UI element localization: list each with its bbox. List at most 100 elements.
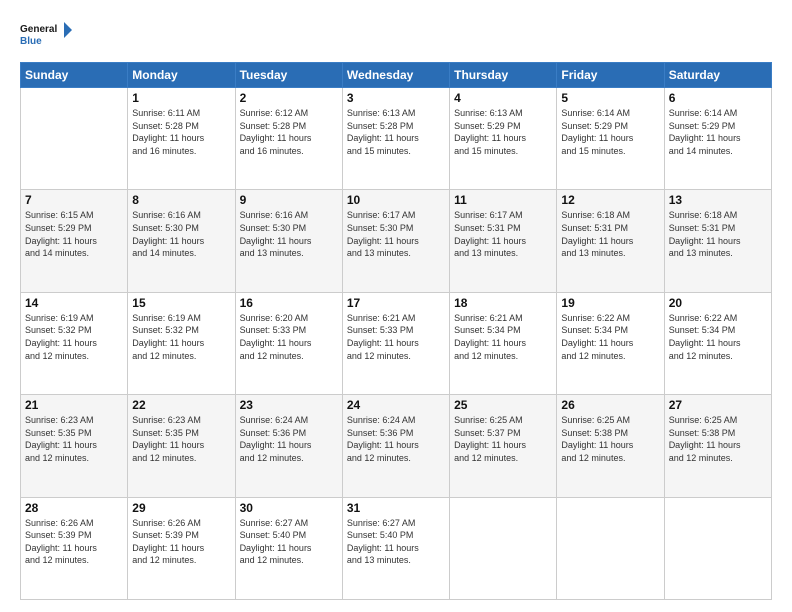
day-number: 1 bbox=[132, 91, 230, 105]
weekday-header-sunday: Sunday bbox=[21, 63, 128, 88]
day-number: 4 bbox=[454, 91, 552, 105]
calendar-cell: 8 Sunrise: 6:16 AMSunset: 5:30 PMDaylight… bbox=[128, 190, 235, 292]
day-number: 24 bbox=[347, 398, 445, 412]
calendar-cell: 14Sunrise: 6:19 AMSunset: 5:32 PMDayligh… bbox=[21, 292, 128, 394]
day-number: 25 bbox=[454, 398, 552, 412]
calendar-cell: 18Sunrise: 6:21 AMSunset: 5:34 PMDayligh… bbox=[450, 292, 557, 394]
weekday-header-row: SundayMondayTuesdayWednesdayThursdayFrid… bbox=[21, 63, 772, 88]
weekday-header-saturday: Saturday bbox=[664, 63, 771, 88]
day-number: 12 bbox=[561, 193, 659, 207]
calendar-cell: 30 Sunrise: 6:27 AMSunset: 5:40 PMDayligh… bbox=[235, 497, 342, 599]
day-info: Sunrise: 6:22 AMSunset: 5:34 PMDaylight:… bbox=[561, 312, 659, 362]
calendar-cell: 24 Sunrise: 6:24 AMSunset: 5:36 PMDayligh… bbox=[342, 395, 449, 497]
calendar-cell: 26 Sunrise: 6:25 AMSunset: 5:38 PMDayligh… bbox=[557, 395, 664, 497]
calendar-cell: 6 Sunrise: 6:14 AMSunset: 5:29 PMDaylight… bbox=[664, 88, 771, 190]
weekday-header-tuesday: Tuesday bbox=[235, 63, 342, 88]
day-number: 30 bbox=[240, 501, 338, 515]
calendar-cell: 21 Sunrise: 6:23 AMSunset: 5:35 PMDayligh… bbox=[21, 395, 128, 497]
day-info: Sunrise: 6:19 AMSunset: 5:32 PMDaylight:… bbox=[132, 312, 230, 362]
day-number: 11 bbox=[454, 193, 552, 207]
day-info: Sunrise: 6:16 AMSunset: 5:30 PMDaylight:… bbox=[132, 209, 230, 259]
day-info: Sunrise: 6:24 AMSunset: 5:36 PMDaylight:… bbox=[347, 414, 445, 464]
weekday-header-thursday: Thursday bbox=[450, 63, 557, 88]
calendar-cell: 27 Sunrise: 6:25 AMSunset: 5:38 PMDayligh… bbox=[664, 395, 771, 497]
day-number: 9 bbox=[240, 193, 338, 207]
day-info: Sunrise: 6:25 AMSunset: 5:38 PMDaylight:… bbox=[669, 414, 767, 464]
calendar-cell: 22Sunrise: 6:23 AMSunset: 5:35 PMDayligh… bbox=[128, 395, 235, 497]
day-number: 8 bbox=[132, 193, 230, 207]
day-number: 27 bbox=[669, 398, 767, 412]
day-number: 3 bbox=[347, 91, 445, 105]
day-number: 28 bbox=[25, 501, 123, 515]
day-info: Sunrise: 6:17 AMSunset: 5:31 PMDaylight:… bbox=[454, 209, 552, 259]
calendar-cell: 4 Sunrise: 6:13 AMSunset: 5:29 PMDaylight… bbox=[450, 88, 557, 190]
day-number: 16 bbox=[240, 296, 338, 310]
weekday-header-monday: Monday bbox=[128, 63, 235, 88]
day-number: 21 bbox=[25, 398, 123, 412]
day-info: Sunrise: 6:16 AMSunset: 5:30 PMDaylight:… bbox=[240, 209, 338, 259]
calendar-cell bbox=[557, 497, 664, 599]
day-number: 6 bbox=[669, 91, 767, 105]
calendar-cell: 12 Sunrise: 6:18 AMSunset: 5:31 PMDayligh… bbox=[557, 190, 664, 292]
calendar-cell: 7 Sunrise: 6:15 AMSunset: 5:29 PMDaylight… bbox=[21, 190, 128, 292]
calendar-cell bbox=[664, 497, 771, 599]
calendar-cell bbox=[450, 497, 557, 599]
day-number: 31 bbox=[347, 501, 445, 515]
calendar-cell: 10 Sunrise: 6:17 AMSunset: 5:30 PMDayligh… bbox=[342, 190, 449, 292]
day-number: 29 bbox=[132, 501, 230, 515]
day-info: Sunrise: 6:14 AMSunset: 5:29 PMDaylight:… bbox=[669, 107, 767, 157]
logo-svg: General Blue bbox=[20, 18, 72, 54]
header: General Blue bbox=[20, 18, 772, 54]
calendar-cell: 31 Sunrise: 6:27 AMSunset: 5:40 PMDayligh… bbox=[342, 497, 449, 599]
calendar-cell: 25 Sunrise: 6:25 AMSunset: 5:37 PMDayligh… bbox=[450, 395, 557, 497]
day-info: Sunrise: 6:15 AMSunset: 5:29 PMDaylight:… bbox=[25, 209, 123, 259]
calendar-cell bbox=[21, 88, 128, 190]
day-info: Sunrise: 6:26 AMSunset: 5:39 PMDaylight:… bbox=[132, 517, 230, 567]
day-info: Sunrise: 6:25 AMSunset: 5:37 PMDaylight:… bbox=[454, 414, 552, 464]
calendar-cell: 3 Sunrise: 6:13 AMSunset: 5:28 PMDaylight… bbox=[342, 88, 449, 190]
calendar-cell: 11 Sunrise: 6:17 AMSunset: 5:31 PMDayligh… bbox=[450, 190, 557, 292]
weekday-header-friday: Friday bbox=[557, 63, 664, 88]
day-info: Sunrise: 6:20 AMSunset: 5:33 PMDaylight:… bbox=[240, 312, 338, 362]
day-info: Sunrise: 6:18 AMSunset: 5:31 PMDaylight:… bbox=[669, 209, 767, 259]
calendar-cell: 1 Sunrise: 6:11 AMSunset: 5:28 PMDaylight… bbox=[128, 88, 235, 190]
week-row-4: 21 Sunrise: 6:23 AMSunset: 5:35 PMDayligh… bbox=[21, 395, 772, 497]
day-number: 10 bbox=[347, 193, 445, 207]
day-number: 18 bbox=[454, 296, 552, 310]
day-info: Sunrise: 6:11 AMSunset: 5:28 PMDaylight:… bbox=[132, 107, 230, 157]
logo: General Blue bbox=[20, 18, 72, 54]
day-info: Sunrise: 6:27 AMSunset: 5:40 PMDaylight:… bbox=[347, 517, 445, 567]
calendar-cell: 2 Sunrise: 6:12 AMSunset: 5:28 PMDaylight… bbox=[235, 88, 342, 190]
day-number: 14 bbox=[25, 296, 123, 310]
day-number: 7 bbox=[25, 193, 123, 207]
weekday-header-wednesday: Wednesday bbox=[342, 63, 449, 88]
day-info: Sunrise: 6:23 AMSunset: 5:35 PMDaylight:… bbox=[132, 414, 230, 464]
week-row-3: 14 Sunrise: 6:19 AMSunset: 5:32 PMDayligh… bbox=[21, 292, 772, 394]
day-info: Sunrise: 6:24 AMSunset: 5:36 PMDaylight:… bbox=[240, 414, 338, 464]
week-row-1: 1 Sunrise: 6:11 AMSunset: 5:28 PMDaylight… bbox=[21, 88, 772, 190]
day-number: 15 bbox=[132, 296, 230, 310]
day-number: 17 bbox=[347, 296, 445, 310]
calendar-cell: 13 Sunrise: 6:18 AMSunset: 5:31 PMDayligh… bbox=[664, 190, 771, 292]
day-number: 26 bbox=[561, 398, 659, 412]
calendar-cell: 9 Sunrise: 6:16 AMSunset: 5:30 PMDaylight… bbox=[235, 190, 342, 292]
calendar-page: General Blue SundayMondayTuesdayWednesda… bbox=[0, 0, 792, 612]
day-info: Sunrise: 6:23 AMSunset: 5:35 PMDaylight:… bbox=[25, 414, 123, 464]
day-number: 13 bbox=[669, 193, 767, 207]
svg-text:Blue: Blue bbox=[20, 36, 42, 47]
day-info: Sunrise: 6:13 AMSunset: 5:28 PMDaylight:… bbox=[347, 107, 445, 157]
day-info: Sunrise: 6:25 AMSunset: 5:38 PMDaylight:… bbox=[561, 414, 659, 464]
day-info: Sunrise: 6:27 AMSunset: 5:40 PMDaylight:… bbox=[240, 517, 338, 567]
day-info: Sunrise: 6:12 AMSunset: 5:28 PMDaylight:… bbox=[240, 107, 338, 157]
day-info: Sunrise: 6:17 AMSunset: 5:30 PMDaylight:… bbox=[347, 209, 445, 259]
calendar-cell: 16 Sunrise: 6:20 AMSunset: 5:33 PMDayligh… bbox=[235, 292, 342, 394]
calendar-cell: 19Sunrise: 6:22 AMSunset: 5:34 PMDayligh… bbox=[557, 292, 664, 394]
day-info: Sunrise: 6:18 AMSunset: 5:31 PMDaylight:… bbox=[561, 209, 659, 259]
day-number: 23 bbox=[240, 398, 338, 412]
day-number: 20 bbox=[669, 296, 767, 310]
day-info: Sunrise: 6:13 AMSunset: 5:29 PMDaylight:… bbox=[454, 107, 552, 157]
day-number: 2 bbox=[240, 91, 338, 105]
calendar-cell: 20Sunrise: 6:22 AMSunset: 5:34 PMDayligh… bbox=[664, 292, 771, 394]
day-info: Sunrise: 6:21 AMSunset: 5:33 PMDaylight:… bbox=[347, 312, 445, 362]
calendar-cell: 17 Sunrise: 6:21 AMSunset: 5:33 PMDayligh… bbox=[342, 292, 449, 394]
